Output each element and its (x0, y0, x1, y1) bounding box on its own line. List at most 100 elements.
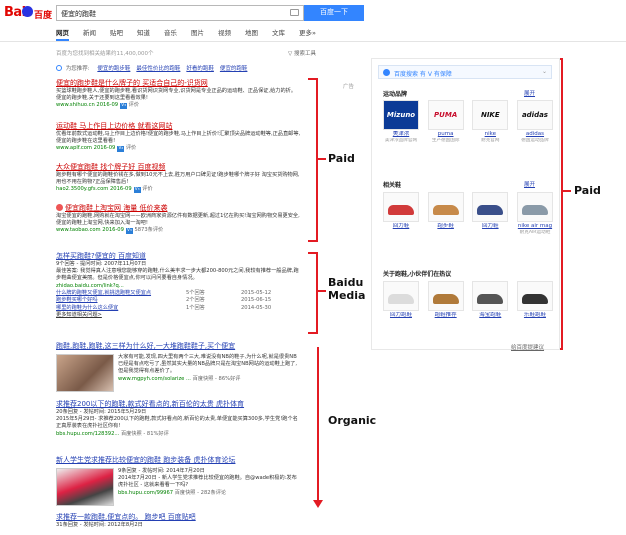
panel-card-name[interactable]: 回力跑鞋 (383, 312, 419, 319)
panel-card[interactable]: nike air mag 耐克AIR运动鞋 (516, 192, 553, 236)
organic-title-link[interactable]: 跑鞋,跑鞋,跑鞋,这三样为什么好,一大堆跑鞋鞋子,买个便宜 (56, 342, 301, 351)
panel-card-image[interactable] (472, 281, 509, 311)
recommend-link[interactable]: 好看的跑鞋 (186, 66, 214, 72)
ad-extra[interactable]: 评价 (126, 145, 136, 151)
baidu-logo[interactable]: Bai 百度 (4, 4, 54, 22)
panel-card-name[interactable]: adidas (517, 131, 553, 138)
ad-title-link[interactable]: 运动鞋 马上作目上边价格 就看这网站 (56, 122, 301, 131)
zhidao-question-link[interactable]: 跑步鞋买哪个好吗 (56, 297, 186, 305)
zhidao-url[interactable]: zhidao.baidu.com/link?q... (56, 283, 301, 290)
recommend-link[interactable]: 便宜的跑鞋 (220, 66, 248, 72)
organic-url-text: bbs.hupu.com/128392... (56, 430, 120, 437)
recommend-link[interactable]: 最佳性价比的跑鞋 (136, 66, 180, 72)
panel-card[interactable]: 回力跑鞋 (383, 281, 419, 319)
panel-card-image[interactable]: adidas (516, 100, 553, 130)
panel-card-name[interactable]: nike air mag (517, 223, 553, 230)
chevron-down-icon[interactable]: ⌄ (542, 68, 547, 75)
panel-card-image[interactable] (516, 281, 553, 311)
zhidao-title-link[interactable]: 怎样买跑鞋?便宜的 百度知道 (56, 252, 301, 261)
organic-url[interactable]: www.mgpyh.com/solarize ... 百度快照 - 86%好评 (118, 376, 301, 383)
tab-item[interactable]: 图片 (191, 27, 204, 41)
panel-card[interactable]: PUMA puma 生产德国国际 (427, 100, 464, 144)
camera-icon[interactable] (290, 9, 299, 16)
tab-item[interactable]: 文库 (272, 27, 285, 41)
panel-card-name[interactable]: 美津浓 (383, 131, 419, 138)
tab-item[interactable]: 知道 (137, 27, 150, 41)
tab-item[interactable]: 贴吧 (110, 27, 123, 41)
panel-card[interactable]: 回力鞋 (383, 192, 419, 236)
organic-url[interactable]: bbs.hupu.com/128392... 百度快照 - 81%好评 (56, 431, 301, 438)
tab-item[interactable]: 地图 (245, 27, 258, 41)
tab-item[interactable]: 网页 (56, 27, 69, 41)
panel-card[interactable]: 乐鞋跑鞋 (516, 281, 553, 319)
result-thumbnail[interactable] (56, 468, 114, 506)
ad-extra[interactable]: 评价 (129, 102, 139, 108)
brand-logo: Mizuno (386, 111, 416, 119)
ad-result: 运动鞋 马上作目上边价格 就看这网站 优看年前款式运动鞋,马上作目上边价格!便宜… (56, 122, 301, 153)
panel-card[interactable]: 海宝跑鞋 (472, 281, 509, 319)
panel-card[interactable]: 回力鞋 (472, 192, 509, 236)
organic-extra[interactable]: 百度快照 - 282条评论 (175, 490, 226, 496)
tab-item[interactable]: 更多» (299, 27, 316, 41)
organic-title-link[interactable]: 求推荐一款跑鞋,便宜点的。 跑步吧 百度贴吧 (56, 513, 301, 522)
panel-card-image[interactable] (383, 281, 419, 311)
organic-extra[interactable]: 百度快照 - 81%好评 (121, 431, 169, 437)
zhidao-answer-count: 2个回答 (186, 297, 205, 304)
result-thumbnail[interactable] (56, 354, 114, 392)
panel-card-image[interactable]: PUMA (427, 100, 464, 130)
organic-url[interactable]: bbs.hupu.com/99967 百度快照 - 282条评论 (118, 490, 301, 497)
organic-title-link[interactable]: 新人学生党求推荐比较便宜的跑鞋 跑步装备 虎扑体育论坛 (56, 456, 301, 465)
ad-result: 便宜跑鞋上淘宝网 海量 低价来袭 淘宝便宜的跑鞋,网购就在淘宝网——欧洲商家资源… (56, 204, 301, 235)
ad-url-text: hao2.3500y.gfs.com 2016-09 (56, 186, 132, 193)
recommend-link[interactable]: 便宜的跑步鞋 (97, 66, 130, 72)
ad-url[interactable]: www.shihuo.cn 2016-09 V₃ 评价 (56, 102, 301, 110)
zhidao-question-link[interactable]: 哪里的跑鞋为什么这么便宜 (56, 305, 186, 313)
zhidao-more-link[interactable]: 更多知道相关问题> (56, 312, 301, 319)
panel-card-image[interactable] (383, 192, 419, 222)
panel-card-image[interactable] (427, 281, 464, 311)
panel-card-name[interactable]: puma (428, 131, 464, 138)
zhidao-question-link[interactable]: 什么牌的跑鞋又便宜,就挑选跑鞋又便宜点 (56, 290, 186, 298)
ad-extra[interactable]: 5873条评价 (134, 227, 163, 233)
panel-card-name[interactable]: 跑步鞋 (428, 223, 464, 230)
tab-item[interactable]: 音乐 (164, 27, 177, 41)
ad-extra[interactable]: 评价 (142, 186, 152, 192)
panel-card-image[interactable]: NIKE (472, 100, 509, 130)
media-bracket (308, 252, 318, 334)
panel-card-image[interactable] (516, 192, 553, 222)
ad-url[interactable]: www.aplf.com 2016-09 V₂ 评价 (56, 145, 301, 153)
ad-url[interactable]: hao2.3500y.gfs.com 2016-09 V₃ 评价 (56, 186, 301, 194)
expand-link[interactable]: 展开 (524, 89, 535, 97)
panel-card-image[interactable]: Mizuno (383, 100, 419, 130)
tab-item[interactable]: 新闻 (83, 27, 96, 41)
panel-card-image[interactable] (427, 192, 464, 222)
recommend-bar: 为您推荐: 便宜的跑步鞋 最佳性价比的跑鞋 好看的跑鞋 便宜的跑鞋 (56, 64, 247, 72)
panel-card[interactable]: adidas adidas 德国运动品牌 (516, 100, 553, 144)
tab-item[interactable]: 视频 (218, 27, 231, 41)
organic-title-link[interactable]: 求推荐200以下的跑鞋,款式好看点的,新百伦的太贵 虎扑体育 (56, 400, 301, 409)
search-button[interactable]: 百度一下 (304, 5, 364, 21)
ad-title-link[interactable]: 便宜的跑步鞋是什么牌子的 买适合自己的-识货网 (56, 79, 301, 88)
search-tools-button[interactable]: ▽ 搜索工具 (288, 49, 316, 57)
panel-card-name[interactable]: 回力鞋 (383, 223, 419, 230)
expand-link[interactable]: 展开 (524, 180, 535, 188)
ad-title-link[interactable]: 大众便宜跑鞋 找个牌子好 百度视频 (56, 163, 301, 172)
panel-search-banner[interactable]: 百度搜索 有 V 有保障 ⌄ (378, 65, 552, 79)
ad-url[interactable]: www.taobao.com 2016-09 V₃ 5873条评价 (56, 227, 301, 235)
search-input[interactable]: 便宜的跑鞋 (56, 5, 304, 21)
panel-card[interactable]: Mizuno 美津浓 美津浓品牌官网 (383, 100, 419, 144)
panel-card-image[interactable] (472, 192, 509, 222)
panel-card[interactable]: NIKE nike 耐克官网 (472, 100, 509, 144)
shield-icon (383, 69, 390, 76)
panel-card-name[interactable]: 海宝跑鞋 (472, 312, 508, 319)
panel-card-name[interactable]: 回力鞋 (472, 223, 508, 230)
panel-card-name[interactable]: nike (472, 131, 508, 138)
panel-card[interactable]: 跑鞋推荐 (427, 281, 464, 319)
ad-title-link[interactable]: 便宜跑鞋上淘宝网 海量 低价来袭 (56, 204, 301, 213)
panel-card[interactable]: 跑步鞋 (427, 192, 464, 236)
feedback-link[interactable]: 给百度提建议 (511, 343, 544, 351)
organic-extra[interactable]: 百度快照 - 86%好评 (193, 376, 241, 382)
panel-card-name[interactable]: 跑鞋推荐 (428, 312, 464, 319)
bracket-tick (563, 190, 571, 192)
panel-card-name[interactable]: 乐鞋跑鞋 (517, 312, 553, 319)
